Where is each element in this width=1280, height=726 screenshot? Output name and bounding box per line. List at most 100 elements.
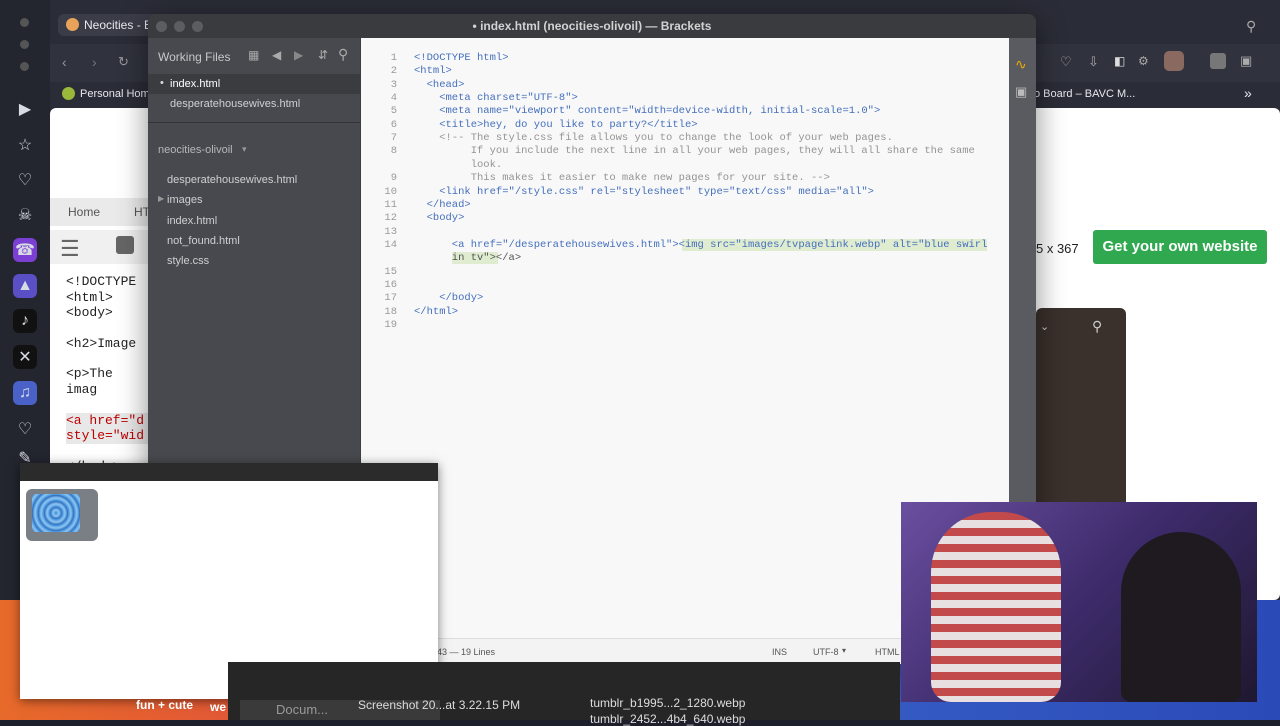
line-number: 1 [390,52,397,64]
live-preview-icon[interactable]: ∿ [1015,56,1027,73]
caret-down-icon: ▾ [842,646,847,655]
code-line: 2 <html> [361,65,1009,78]
project-file[interactable]: desperatehousewives.html [167,174,297,186]
line-text: If you include the next line in all your… [414,145,975,158]
line-text: <meta charset="UTF-8"> [414,92,578,105]
language-select[interactable]: HTML [875,647,900,657]
caret-down-icon[interactable]: ▾ [242,144,247,155]
project-file[interactable]: index.html [167,215,217,227]
folder-arrow-icon[interactable]: ▶ [158,194,164,203]
code-line: 11 </head> [361,199,1009,212]
back-icon[interactable]: ‹ [62,54,67,70]
code-line: <body> [66,305,113,321]
window-dot [20,18,29,27]
swirl-screen [32,494,80,532]
line-number: 5 [390,105,397,118]
minimize-icon[interactable] [174,21,185,32]
settings-icon[interactable]: ⚙ [1138,54,1149,68]
extension-manager-icon[interactable]: ▣ [1015,84,1027,100]
line-text: <body> [414,212,465,225]
line-text: in tv"></a> [414,252,522,265]
get-website-button[interactable]: Get your own website [1093,230,1267,264]
avatar[interactable] [1164,51,1184,71]
working-file-active[interactable]: • index.html [148,74,360,94]
close-icon[interactable] [156,21,167,32]
forward-icon[interactable]: › [92,54,97,70]
code-line: look. [361,159,1009,172]
code-line: <h2>Image [66,335,137,351]
line-number: 6 [390,118,397,131]
cube-icon[interactable]: ▣ [1240,53,1252,69]
line-number: 17 [384,292,397,305]
nav-forward-icon[interactable]: ▶ [294,48,303,62]
chevron-right-icon[interactable]: » [1244,85,1252,101]
messenger-icon[interactable]: ☎ [13,238,37,262]
line-number: 4 [390,92,397,105]
insert-mode[interactable]: INS [772,647,787,657]
project-file[interactable]: style.css [167,255,209,267]
line-text: </head> [414,198,471,211]
x-icon[interactable]: ✕ [13,345,37,369]
sidebar-toggle-icon[interactable]: ◧ [1114,54,1125,68]
project-file[interactable]: not_found.html [167,235,240,247]
project-folder[interactable]: images [167,194,202,206]
editor-toolbar: ☰ [50,230,148,264]
code-line: 17 </body> [361,292,1009,305]
taskbar-item[interactable]: Screenshot 20...at 3.22.15 PM [358,698,520,712]
code-line: <html> [66,289,113,305]
line-text: <!-- The style.css file allows you to ch… [414,132,893,145]
line-number: 8 [390,145,397,158]
code-line: 3 <head> [361,79,1009,92]
download-icon[interactable]: ⇩ [1088,54,1099,70]
line-number: 15 [384,265,397,278]
sort-icon[interactable]: ⇵ [318,48,328,62]
line-text: This makes it easier to make new pages f… [414,172,830,185]
maximize-icon[interactable] [192,21,203,32]
heart-outline-icon[interactable]: ♡ [13,417,37,441]
skull-icon[interactable]: ☠ [13,203,37,227]
line-text: <a href="/desperatehousewives.html"><img… [414,238,988,251]
bookmark-personal-home[interactable]: Personal Home [80,88,156,100]
reload-icon[interactable]: ↻ [118,54,129,70]
modified-dot-icon: • [160,77,164,89]
tiktok-icon[interactable]: ♪ [13,309,37,333]
working-file-label[interactable]: desperatehousewives.html [170,98,300,110]
code-line: 19 [361,319,1009,332]
line-number: 10 [384,185,397,198]
heart-icon[interactable]: ♡ [1060,54,1072,70]
tv-image[interactable] [26,489,98,541]
person-right [1121,532,1241,702]
project-name[interactable]: neocities-olivoil [158,144,233,156]
search-icon[interactable]: ⚲ [338,46,348,63]
search-icon[interactable]: ⚲ [1092,318,1102,335]
star-icon[interactable]: ☆ [13,133,37,157]
headphones-icon[interactable]: ♫ [13,381,37,405]
taskbar-item[interactable]: tumblr_2452...4b4_640.webp [590,712,745,726]
code-line: <a href="d [66,412,148,429]
line-text: </body> [414,292,484,305]
line-number: 12 [384,212,397,225]
bookmark-board[interactable]: o Board – BAVC M... [1034,88,1135,100]
code-line: 14 <a href="/desperatehousewives.html"><… [361,238,1009,252]
heart-icon[interactable]: ♡ [13,168,37,192]
line-text: <meta name="viewport" content="width=dev… [414,105,881,118]
line-text: <head> [414,78,465,91]
split-view-icon[interactable]: ▦ [248,48,259,62]
code-line: 5 <meta name="viewport" content="width=d… [361,105,1009,118]
hamburger-icon[interactable]: ☰ [60,236,80,262]
arc-icon[interactable]: ▲ [13,274,37,298]
save-icon[interactable] [116,236,134,254]
line-number: 13 [384,225,397,238]
breadcrumb-home[interactable]: Home [68,205,100,219]
taskbar-item[interactable]: tumblr_b1995...2_1280.webp [590,696,745,710]
nav-back-icon[interactable]: ◀ [272,48,281,62]
search-icon[interactable]: ⚲ [1246,18,1256,35]
encoding-select[interactable]: UTF-8 [813,647,839,657]
code-line: 4 <meta charset="UTF-8"> [361,92,1009,105]
line-text: <link href="/style.css" rel="stylesheet"… [414,185,874,198]
media-icon[interactable]: ▶ [13,97,37,121]
cart-icon[interactable] [1210,53,1226,69]
code-line: 6 <title>hey, do you like to party?</tit… [361,119,1009,132]
chevron-down-icon[interactable]: ⌄ [1040,320,1049,333]
divider [148,122,360,123]
